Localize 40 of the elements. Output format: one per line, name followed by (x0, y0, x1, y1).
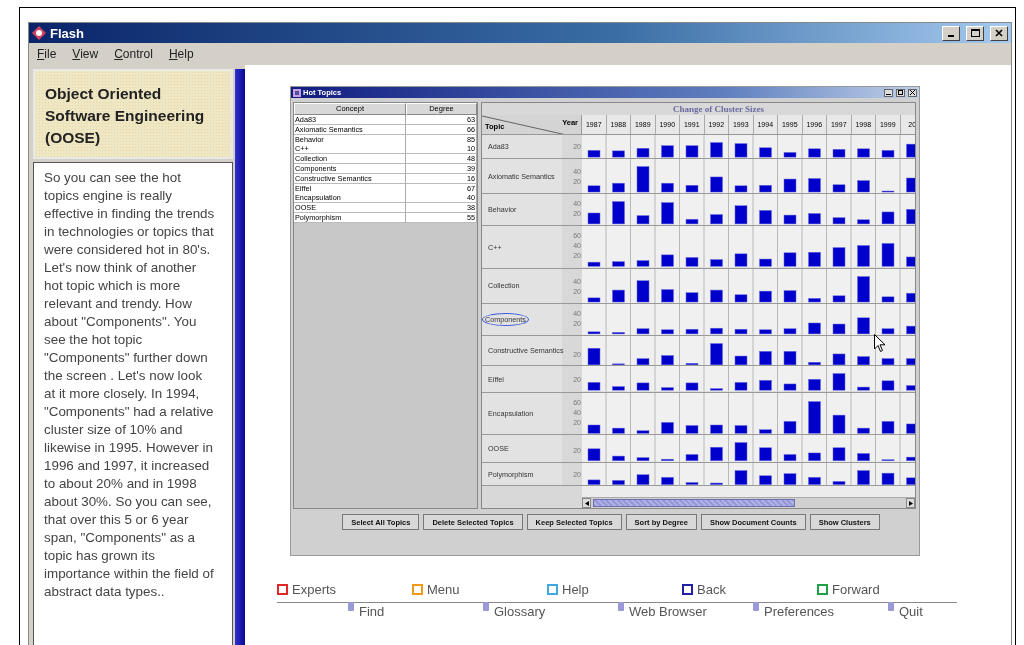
nav-link[interactable]: Glossary (482, 602, 617, 619)
menu-item[interactable]: Help (168, 47, 194, 61)
nav-link[interactable]: Find (347, 602, 482, 619)
maximize-button[interactable] (966, 25, 984, 41)
menu-item[interactable]: View (72, 47, 99, 61)
maximize-icon (970, 29, 980, 37)
app-icon (293, 88, 301, 97)
nav-link[interactable]: Forward (817, 581, 952, 598)
scroll-right-button[interactable] (906, 498, 915, 508)
chart-title: Change of Cluster Sizes (672, 104, 765, 115)
tab-icon (482, 602, 490, 612)
nav-link[interactable]: Quit (887, 602, 1011, 619)
minimize-button[interactable] (884, 88, 893, 97)
nav-link[interactable]: Preferences (752, 602, 887, 619)
nav-link[interactable]: Web Browser (617, 602, 752, 619)
close-icon (910, 90, 915, 95)
close-icon (995, 29, 1003, 37)
left-arrow-icon (584, 500, 589, 506)
restore-icon (898, 90, 903, 95)
nav-link[interactable]: Menu (412, 581, 547, 598)
close-button[interactable] (908, 88, 917, 97)
nav-link[interactable]: Back (682, 581, 817, 598)
window-title: Flash (50, 25, 84, 41)
narration-text: So you can see the hot topics engine is really effective in finding the trends in technologies or topics that were considered hot in 80's. Let's now think of another hot topic which is more relevant and trendy. How about "Components". You see the hot topic "Components" further down the screen . Let's now look at it more closely. In 1994, "Components" had a relative cluster size of 10% and likewise in 1995. However in 1996 and 1997, it increased to about 20% and in 1998 about 30%. So you can see, that over this 5 or 6 year span, "Components" as a topic has grown its importance within the field of abstract data types.. (33, 162, 233, 645)
topic-heading: Object Oriented Software Engineering (OOSE) (33, 69, 233, 159)
tab-icon (347, 602, 355, 612)
tab-icon (752, 602, 760, 612)
nav-link[interactable]: Help (547, 581, 682, 598)
nav-link[interactable]: Experts (277, 581, 412, 598)
scroll-thumb[interactable] (593, 499, 795, 507)
tab-icon (887, 602, 895, 612)
menu-item[interactable]: File (37, 47, 57, 61)
tab-icon (617, 602, 625, 612)
right-arrow-icon (908, 500, 913, 506)
menu-item[interactable]: Control (114, 47, 153, 61)
restore-button[interactable] (896, 88, 905, 97)
diamond-logo-icon (32, 26, 46, 40)
pointer-icon (874, 334, 886, 353)
scroll-left-button[interactable] (582, 498, 591, 508)
horizontal-scrollbar[interactable] (582, 497, 915, 508)
